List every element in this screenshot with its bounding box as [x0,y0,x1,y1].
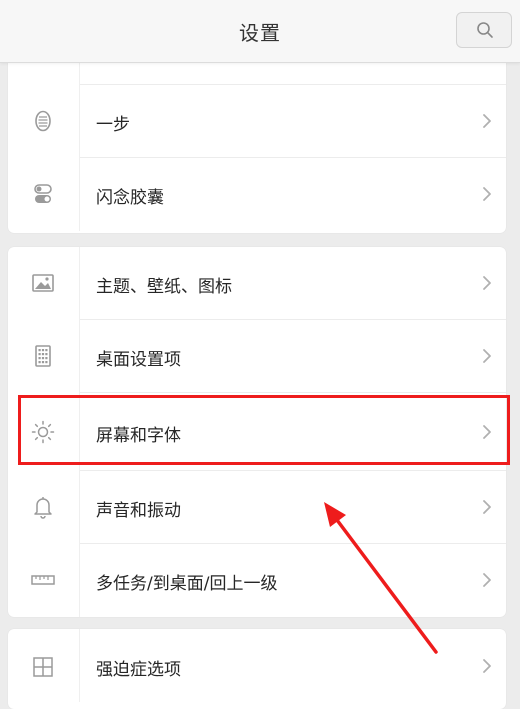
settings-row-label: 一步 [96,115,130,135]
settings-row-multitask[interactable]: 多任务/到桌面/回上一级 [8,544,506,617]
oval-icon [35,110,51,132]
settings-row-theme[interactable]: 主题、壁纸、图标 [8,247,506,320]
settings-row-label: 闪念胶囊 [96,188,164,208]
chevron-right-icon [483,349,491,363]
settings-row-desktop[interactable]: 桌面设置项 [8,320,506,393]
capsule-icon [34,184,52,203]
settings-row-shannian[interactable]: 闪念胶囊 [8,158,506,231]
chevron-right-icon [483,573,491,587]
chevron-right-icon [483,425,491,439]
chevron-right-icon [483,187,491,201]
bell-icon [34,497,52,519]
search-button[interactable] [456,12,512,48]
chevron-right-icon [483,114,491,128]
sun-icon [31,420,55,444]
settings-row-label: 声音和振动 [96,501,181,521]
image-icon [32,274,54,292]
settings-group-2: 主题、壁纸、图标 桌面设置项 屏幕和字体 声音和振动 多任务/到桌面/回上一级 [8,247,506,617]
search-icon [477,22,493,38]
chevron-right-icon [483,500,491,514]
settings-row-label: 多任务/到桌面/回上一级 [96,574,278,594]
chevron-right-icon [483,659,491,673]
page-title: 设置 [239,21,281,45]
squares-grid-icon [33,657,53,677]
settings-row-label: 主题、壁纸、图标 [96,277,232,297]
settings-row-sound[interactable]: 声音和振动 [8,471,506,544]
settings-row-yibu[interactable]: 一步 [8,85,506,158]
settings-row-label: 桌面设置项 [96,350,181,370]
settings-group-3: 强迫症选项 [8,629,506,709]
grid-icon [35,345,51,367]
ruler-icon [31,575,55,585]
settings-row-ocd[interactable]: 强迫症选项 [8,629,506,702]
header-bar: 设置 [0,0,520,63]
settings-row-screen-font[interactable]: 屏幕和字体 [8,393,506,471]
settings-row-label: 强迫症选项 [96,660,181,680]
chevron-right-icon [483,276,491,290]
settings-row-label: 屏幕和字体 [96,426,181,446]
